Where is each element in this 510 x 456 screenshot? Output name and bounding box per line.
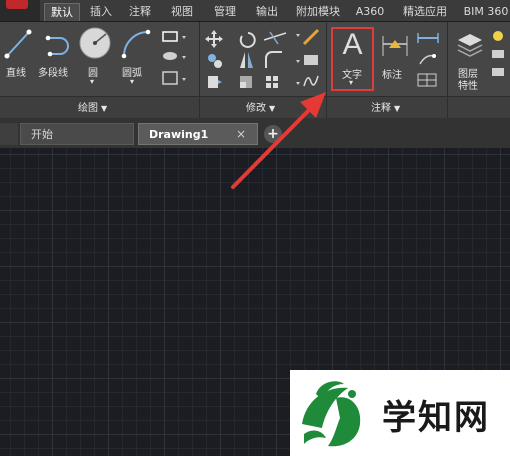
watermark-panel: 学知网 xyxy=(290,370,510,456)
watermark-logo xyxy=(302,381,361,447)
watermark-text: 学知网 xyxy=(382,398,490,438)
